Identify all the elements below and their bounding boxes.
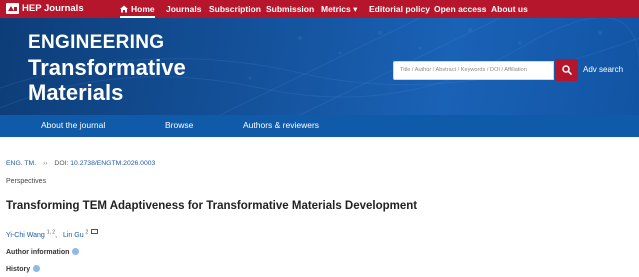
author-affiliation: 1, 2 [46,229,56,236]
breadcrumb-separator: ›› [42,160,48,167]
history-label: History [6,266,31,273]
nav-editorial-policy[interactable]: Editorial policy [369,0,430,18]
journal-banner: ENGINEERING Transformative Materials Tit… [0,18,639,115]
adv-search-link[interactable]: Adv search [583,65,623,74]
hep-logo-icon [6,3,19,14]
subnav-authors-reviewers[interactable]: Authors & reviewers [243,120,319,130]
search-button[interactable] [555,59,578,81]
search-icon [561,65,572,75]
subnav-browse[interactable]: Browse [165,120,193,130]
breadcrumb-journal[interactable]: ENG. TM. [6,160,36,167]
search-placeholder: Title / Author / Abstract / Keywords / D… [400,67,527,73]
hep-logo[interactable]: HEP Journals [6,3,84,14]
article-section: Perspectives [6,178,47,185]
expand-icon [33,265,41,272]
history-toggle[interactable]: History [6,265,41,273]
author-information-label: Author information [6,249,70,256]
author-name[interactable]: Lin Gu [63,232,84,239]
logo-text: HEP Journals [22,3,84,14]
search-input[interactable]: Title / Author / Abstract / Keywords / D… [393,61,554,80]
expand-icon [72,248,80,255]
nav-about-us[interactable]: About us [491,0,528,18]
journal-title-line1: ENGINEERING [28,32,165,53]
doi-link[interactable]: 10.2738/ENGTM.2026.0003 [70,160,155,167]
nav-subscription[interactable]: Subscription [209,0,261,18]
nav-home[interactable]: Home [120,0,155,18]
article-content: ENG. TM. ›› DOI: 10.2738/ENGTM.2026.0003… [0,137,639,277]
author-list: Yi-Chi Wang 1, 2, Lin Gu 2 [6,229,99,239]
journal-subnav: About the journal Browse Authors & revie… [0,115,639,137]
article-title: Transforming TEM Adaptiveness for Transf… [6,200,418,212]
author-name[interactable]: Yi-Chi Wang [6,232,45,239]
subnav-about-journal[interactable]: About the journal [41,120,105,130]
home-icon [120,5,128,13]
nav-submission[interactable]: Submission [266,0,314,18]
top-navbar: HEP Journals Home Journals Subscription … [0,0,639,18]
breadcrumb: ENG. TM. ›› DOI: 10.2738/ENGTM.2026.0003 [6,160,155,167]
journal-title-line2: Transformative [28,55,186,80]
nav-home-label: Home [131,4,155,14]
author-information-toggle[interactable]: Author information [6,248,80,256]
nav-journals[interactable]: Journals [166,0,201,18]
author-affiliation: 2 [85,229,89,236]
journal-title-line3: Materials [28,80,124,105]
doi-label: DOI: [54,160,69,167]
nav-open-access[interactable]: Open access [434,0,486,18]
email-icon[interactable] [91,229,99,234]
nav-metrics[interactable]: Metrics ▾ [321,0,357,18]
